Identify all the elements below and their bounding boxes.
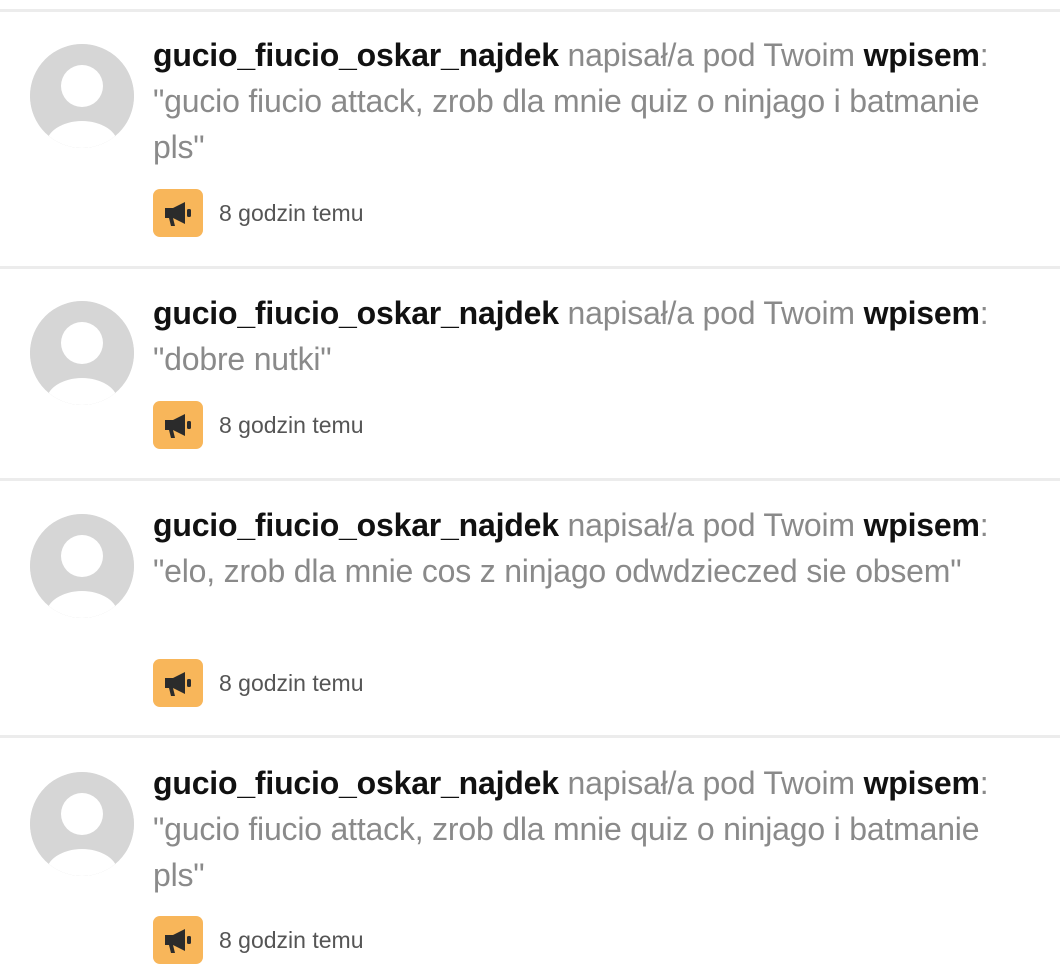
default-user-icon (30, 301, 134, 405)
notification-text: gucio_fiucio_oskar_najdek napisał/a pod … (153, 32, 1033, 170)
action-text: napisał/a pod Twoim (567, 507, 856, 543)
action-text: napisał/a pod Twoim (567, 295, 856, 331)
separator: : (979, 37, 989, 73)
comment-text: "gucio fiucio attack, zrob dla mnie quiz… (153, 811, 980, 893)
comment-text: "dobre nutki" (153, 341, 332, 377)
notification-type-badge (153, 401, 203, 449)
username-link[interactable]: gucio_fiucio_oskar_najdek (153, 765, 559, 801)
comment-text: "elo, zrob dla mnie cos z ninjago odwdzi… (153, 553, 962, 589)
notification-text: gucio_fiucio_oskar_najdek napisał/a pod … (153, 502, 1033, 594)
timestamp: 8 godzin temu (219, 412, 364, 438)
megaphone-icon (165, 929, 191, 953)
avatar[interactable] (30, 772, 134, 876)
post-link[interactable]: wpisem (864, 765, 980, 801)
notification-text: gucio_fiucio_oskar_najdek napisał/a pod … (153, 760, 1033, 898)
default-user-icon (30, 44, 134, 148)
username-link[interactable]: gucio_fiucio_oskar_najdek (153, 295, 559, 331)
post-link[interactable]: wpisem (864, 507, 980, 543)
notification-item[interactable]: gucio_fiucio_oskar_najdek napisał/a pod … (0, 0, 1060, 266)
megaphone-icon (165, 414, 191, 438)
action-text: napisał/a pod Twoim (567, 765, 856, 801)
timestamp: 8 godzin temu (219, 927, 364, 953)
notification-text: gucio_fiucio_oskar_najdek napisał/a pod … (153, 290, 1033, 382)
separator: : (979, 295, 989, 331)
avatar[interactable] (30, 514, 134, 618)
post-link[interactable]: wpisem (864, 295, 980, 331)
notification-item[interactable]: gucio_fiucio_oskar_najdek napisał/a pod … (0, 478, 1060, 735)
post-link[interactable]: wpisem (864, 37, 980, 73)
avatar[interactable] (30, 44, 134, 148)
notification-item[interactable]: gucio_fiucio_oskar_najdek napisał/a pod … (0, 266, 1060, 478)
timestamp: 8 godzin temu (219, 670, 364, 696)
action-text: napisał/a pod Twoim (567, 37, 856, 73)
megaphone-icon (165, 672, 191, 696)
notification-type-badge (153, 189, 203, 237)
timestamp: 8 godzin temu (219, 200, 364, 226)
megaphone-icon (165, 202, 191, 226)
notification-type-badge (153, 916, 203, 964)
username-link[interactable]: gucio_fiucio_oskar_najdek (153, 37, 559, 73)
notification-type-badge (153, 659, 203, 707)
separator: : (979, 507, 989, 543)
avatar[interactable] (30, 301, 134, 405)
notification-item[interactable]: gucio_fiucio_oskar_najdek napisał/a pod … (0, 735, 1060, 973)
notification-feed: gucio_fiucio_oskar_najdek napisał/a pod … (0, 0, 1060, 973)
username-link[interactable]: gucio_fiucio_oskar_najdek (153, 507, 559, 543)
default-user-icon (30, 514, 134, 618)
separator: : (979, 765, 989, 801)
comment-text: "gucio fiucio attack, zrob dla mnie quiz… (153, 83, 980, 165)
default-user-icon (30, 772, 134, 876)
